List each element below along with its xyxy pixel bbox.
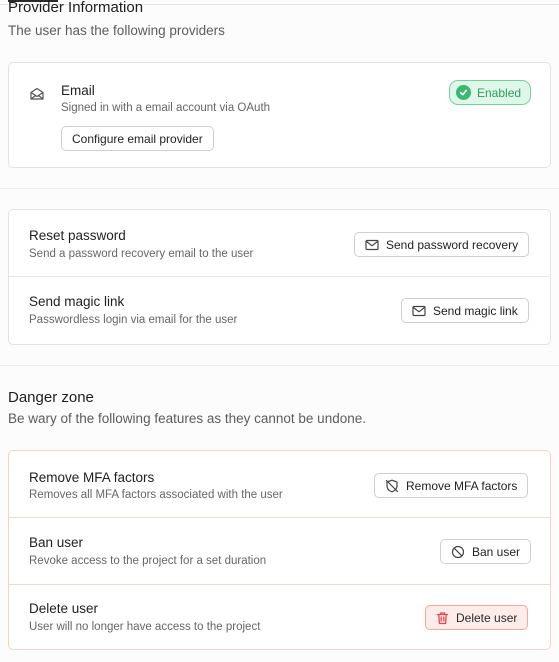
danger-zone-title: Danger zone [8,389,94,406]
mail-icon [412,305,426,316]
provider-section-subtitle: The user has the following providers [8,23,225,38]
provider-name: Email [61,83,95,98]
remove-mfa-factors-label: Remove MFA factors [406,478,518,493]
send-magic-link-button[interactable]: Send magic link [401,298,529,323]
delete-user-description: User will no longer have access to the p… [29,621,261,633]
delete-user-button[interactable]: Delete user [425,605,529,630]
mail-open-icon [29,86,45,107]
reset-password-description: Send a password recovery email to the us… [29,248,254,260]
provider-section-title: Provider Information [8,0,144,16]
delete-user-label: Delete user [456,610,518,625]
remove-mfa-row: Remove MFA factors Removes all MFA facto… [9,451,550,517]
delete-user-title: Delete user [29,601,99,616]
ban-icon [451,545,465,558]
status-badge: Enabled [449,80,531,105]
delete-user-row: Delete user User will no longer have acc… [9,585,550,650]
reset-password-title: Reset password [29,228,126,243]
ban-user-label: Ban user [472,544,521,559]
mail-icon [365,239,379,250]
check-circle-icon [456,85,471,100]
ban-user-button[interactable]: Ban user [440,539,532,564]
remove-mfa-title: Remove MFA factors [29,470,155,485]
send-magic-link-label: Send magic link [433,303,518,318]
remove-mfa-factors-button[interactable]: Remove MFA factors [374,473,529,498]
ban-user-title: Ban user [29,535,84,550]
shield-off-icon [385,479,399,492]
send-magic-link-description: Passwordless login via email for the use… [29,314,238,326]
danger-zone-card: Remove MFA factors Removes all MFA facto… [8,450,551,650]
section-divider [0,188,559,189]
send-magic-link-title: Send magic link [29,294,125,309]
send-password-recovery-label: Send password recovery [386,237,519,252]
send-magic-link-row: Send magic link Passwordless login via e… [9,277,550,345]
status-label: Enabled [477,85,522,100]
provider-card: Email Signed in with a email account via… [8,62,551,168]
danger-zone-subtitle: Be wary of the following features as the… [8,411,366,426]
reset-password-row: Reset password Send a password recovery … [9,210,550,276]
configure-email-provider-button[interactable]: Configure email provider [61,126,214,151]
trash-icon [436,611,449,624]
section-divider [0,365,559,366]
ban-user-row: Ban user Revoke access to the project fo… [9,518,550,584]
remove-mfa-description: Removes all MFA factors associated with … [29,489,283,501]
provider-description: Signed in with a email account via OAuth [61,102,271,114]
send-password-recovery-button[interactable]: Send password recovery [354,232,530,257]
user-details-panel: Provider Information The user has the fo… [0,0,559,662]
ban-user-description: Revoke access to the project for a set d… [29,555,267,567]
account-actions-card: Reset password Send a password recovery … [8,209,551,345]
